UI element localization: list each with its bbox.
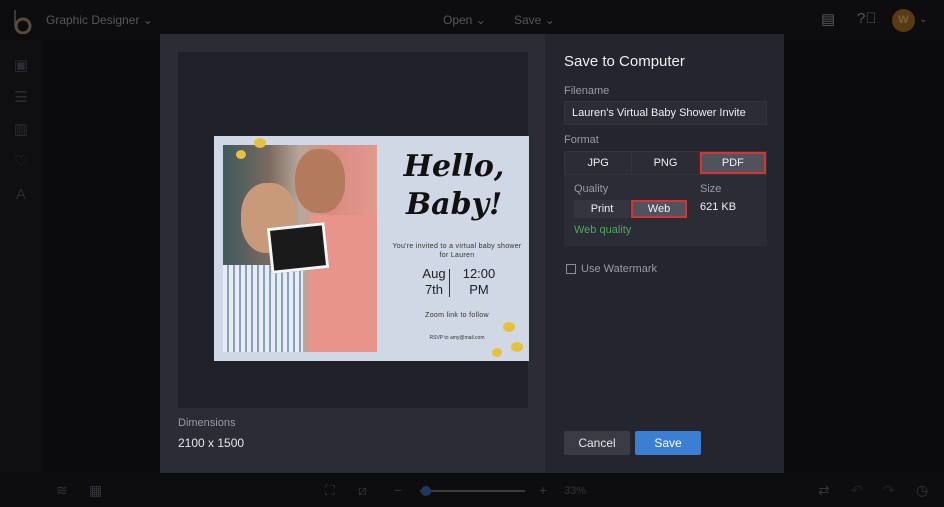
format-label: Format — [564, 134, 599, 146]
zoom-level: 33% — [564, 485, 587, 497]
quality-note: Web quality — [574, 224, 632, 236]
save-button[interactable]: Save — [635, 431, 701, 455]
quality-section: Quality Print Web Size 621 KB Web qualit… — [564, 175, 767, 246]
zoom-slider[interactable] — [420, 490, 525, 492]
card-headline: Hello, Baby! — [403, 149, 505, 222]
filename-input[interactable]: Lauren's Virtual Baby Shower Invite — [564, 101, 767, 125]
history-icon[interactable]: ◷ — [916, 482, 928, 499]
templates-icon[interactable]: ▣ — [12, 56, 30, 74]
photo-man — [295, 149, 345, 213]
card-invite-text: You're invited to a virtual baby shower … — [392, 243, 522, 259]
zoom-out-icon[interactable]: − — [394, 482, 402, 498]
dimensions-label: Dimensions — [178, 417, 236, 429]
sidebar: ▣ ☰ ▥ ♡ A — [0, 40, 42, 473]
comments-icon[interactable]: ▤ — [821, 10, 835, 28]
open-menu[interactable]: Open ⌄ — [443, 13, 486, 27]
avatar[interactable]: W — [892, 9, 915, 32]
chevron-down-icon[interactable]: ⌄ — [919, 14, 927, 25]
quality-web-button[interactable]: Web — [631, 200, 687, 218]
size-value: 621 KB — [700, 201, 737, 213]
format-jpg-button[interactable]: JPG — [565, 152, 633, 174]
redo-icon[interactable]: ↷ — [883, 482, 895, 499]
undo-icon[interactable]: ↶ — [851, 482, 863, 499]
photo-shirt — [223, 265, 303, 352]
help-icon[interactable]: ?⃝ — [857, 10, 877, 27]
watermark-checkbox[interactable] — [566, 264, 576, 274]
couple-photo — [223, 145, 377, 352]
resize-icon[interactable]: ⧄ — [358, 482, 367, 499]
fit-screen-icon[interactable]: ⛶ — [325, 482, 335, 499]
filename-label: Filename — [564, 85, 610, 97]
card-time: 12:00 PM — [462, 266, 496, 297]
preview-pane: Hello, Baby! You're invited to a virtual… — [160, 34, 545, 473]
dimensions-value: 2100 x 1500 — [178, 436, 245, 450]
card-date: Aug 7th — [422, 266, 446, 297]
sonogram — [266, 222, 330, 274]
flower-icon — [503, 322, 515, 332]
quality-label: Quality — [574, 183, 609, 195]
watermark-label[interactable]: Use Watermark — [581, 263, 657, 275]
flip-icon[interactable]: ⇄ — [818, 482, 830, 499]
favorites-icon[interactable]: ♡ — [12, 152, 30, 170]
layout-icon[interactable]: ▦ — [89, 482, 102, 499]
card-zoom-text: Zoom link to follow — [425, 312, 489, 319]
app-title-menu[interactable]: Graphic Designer ⌄ — [46, 13, 153, 27]
design-preview: Hello, Baby! You're invited to a virtual… — [178, 52, 529, 408]
save-menu[interactable]: Save ⌄ — [514, 13, 555, 27]
size-label: Size — [700, 183, 722, 195]
zoom-slider-handle[interactable] — [421, 486, 431, 496]
library-icon[interactable]: ▥ — [12, 120, 30, 138]
flower-icon — [236, 150, 246, 159]
save-dialog: Hello, Baby! You're invited to a virtual… — [160, 34, 784, 473]
dialog-title: Save to Computer — [564, 53, 685, 70]
flower-icon — [492, 348, 502, 357]
zoom-in-icon[interactable]: + — [539, 482, 547, 498]
format-selector: JPG PNG PDF — [564, 151, 767, 175]
divider — [449, 269, 450, 297]
options-pane: Save to Computer Filename Lauren's Virtu… — [545, 34, 784, 473]
flower-icon — [511, 342, 523, 352]
format-pdf-button[interactable]: PDF — [699, 152, 766, 174]
format-png-button[interactable]: PNG — [632, 152, 700, 174]
invite-card: Hello, Baby! You're invited to a virtual… — [214, 136, 529, 361]
quality-print-button[interactable]: Print — [574, 200, 630, 218]
card-rsvp: RSVP to amy@mail.com — [429, 335, 485, 341]
layers-icon[interactable]: ≋ — [56, 482, 68, 499]
cancel-button[interactable]: Cancel — [564, 431, 630, 455]
text-icon[interactable]: A — [12, 186, 30, 204]
flower-icon — [254, 138, 266, 148]
app-logo-icon[interactable] — [12, 8, 34, 34]
filters-icon[interactable]: ☰ — [12, 88, 30, 106]
